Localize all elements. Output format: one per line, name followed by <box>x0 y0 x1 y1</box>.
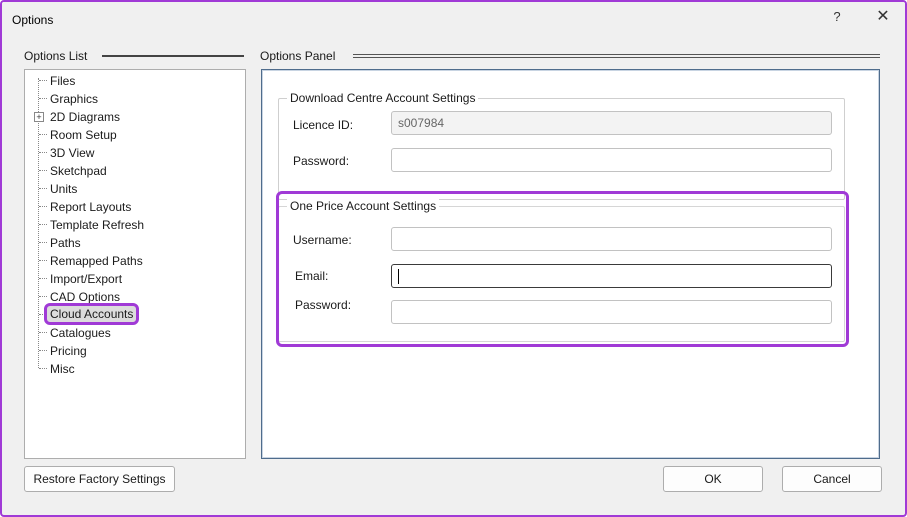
tree-item-label: Graphics <box>50 92 99 106</box>
tree-branch-line <box>39 242 47 243</box>
tree-item-cloud-accounts[interactable]: Cloud Accounts <box>25 303 225 325</box>
tree-item-catalogues[interactable]: Catalogues <box>25 324 225 342</box>
tree-item-2d-diagrams[interactable]: +2D Diagrams <box>25 108 225 126</box>
tree-item-sketchpad[interactable]: Sketchpad <box>25 162 225 180</box>
tree-branch-line <box>39 134 47 135</box>
help-icon[interactable]: ? <box>822 6 852 26</box>
tree-item-label: Import/Export <box>50 272 123 286</box>
tree-item-remapped-paths[interactable]: Remapped Paths <box>25 252 225 270</box>
download-password-label: Password: <box>293 154 350 168</box>
tree-item-room-setup[interactable]: Room Setup <box>25 126 225 144</box>
tree-item-label: 2D Diagrams <box>50 110 121 124</box>
options-panel: Download Centre Account Settings Licence… <box>261 69 880 459</box>
tree-item-pricing[interactable]: Pricing <box>25 342 225 360</box>
tree-item-label: Template Refresh <box>50 218 145 232</box>
tree-branch-line <box>39 260 47 261</box>
tree-item-graphics[interactable]: Graphics <box>25 90 225 108</box>
window-title: Options <box>12 13 54 27</box>
tree-branch-line <box>39 206 47 207</box>
options-dialog: Options ? ✕ Options List Options Panel F… <box>0 0 907 517</box>
tree-item-label: Units <box>50 182 78 196</box>
title-bar: Options ? ✕ <box>2 2 905 36</box>
tree-branch-line <box>39 224 47 225</box>
tree-item-label: Paths <box>50 236 81 250</box>
tree-item-label: 3D View <box>50 146 95 160</box>
options-list-rule <box>102 55 244 57</box>
tree-branch-line <box>39 170 47 171</box>
tree-item-label: CAD Options <box>50 290 121 304</box>
licence-id-label: Licence ID: <box>293 118 354 132</box>
tree-item-label: Catalogues <box>50 326 111 340</box>
tree-item-paths[interactable]: Paths <box>25 234 225 252</box>
tree-item-label: Report Layouts <box>50 200 132 214</box>
one-price-highlight <box>276 191 849 347</box>
tree-item-import-export[interactable]: Import/Export <box>25 270 225 288</box>
tree-item-label: Cloud Accounts <box>43 303 140 325</box>
tree-branch-line <box>39 188 47 189</box>
download-password-field[interactable] <box>391 148 832 172</box>
cancel-button[interactable]: Cancel <box>782 466 882 492</box>
options-list-label: Options List <box>24 49 88 63</box>
licence-id-field: s007984 <box>391 111 832 135</box>
tree-item-misc[interactable]: Misc <box>25 360 225 378</box>
tree-item-label: Room Setup <box>50 128 117 142</box>
tree-branch-line <box>39 98 47 99</box>
tree-item-files[interactable]: Files <box>25 72 225 90</box>
tree-item-3d-view[interactable]: 3D View <box>25 144 225 162</box>
tree-branch-line <box>39 80 47 81</box>
download-centre-title: Download Centre Account Settings <box>287 91 479 105</box>
tree-branch-line <box>39 296 47 297</box>
restore-factory-settings-button[interactable]: Restore Factory Settings <box>24 466 175 492</box>
tree-branch-line <box>39 368 47 369</box>
options-panel-rule <box>353 54 880 58</box>
tree-item-label: Files <box>50 74 76 88</box>
tree-branch-line <box>39 278 47 279</box>
tree-branch-line <box>39 152 47 153</box>
tree-item-label: Pricing <box>50 344 87 358</box>
tree-item-report-layouts[interactable]: Report Layouts <box>25 198 225 216</box>
tree-item-template-refresh[interactable]: Template Refresh <box>25 216 225 234</box>
tree-item-units[interactable]: Units <box>25 180 225 198</box>
expand-icon[interactable]: + <box>34 112 44 122</box>
tree-item-label: Remapped Paths <box>50 254 143 268</box>
close-icon[interactable]: ✕ <box>868 6 898 26</box>
tree-branch-line <box>39 314 47 315</box>
ok-button[interactable]: OK <box>663 466 763 492</box>
tree-item-label: Misc <box>50 362 75 376</box>
tree-item-cad-options[interactable]: CAD Options <box>25 288 225 306</box>
tree-item-label: Sketchpad <box>50 164 107 178</box>
options-panel-label: Options Panel <box>260 49 336 63</box>
options-tree[interactable]: Files Graphics +2D Diagrams Room Setup 3D Vi… <box>24 69 246 459</box>
tree-branch-line <box>39 350 47 351</box>
tree-branch-line <box>39 332 47 333</box>
